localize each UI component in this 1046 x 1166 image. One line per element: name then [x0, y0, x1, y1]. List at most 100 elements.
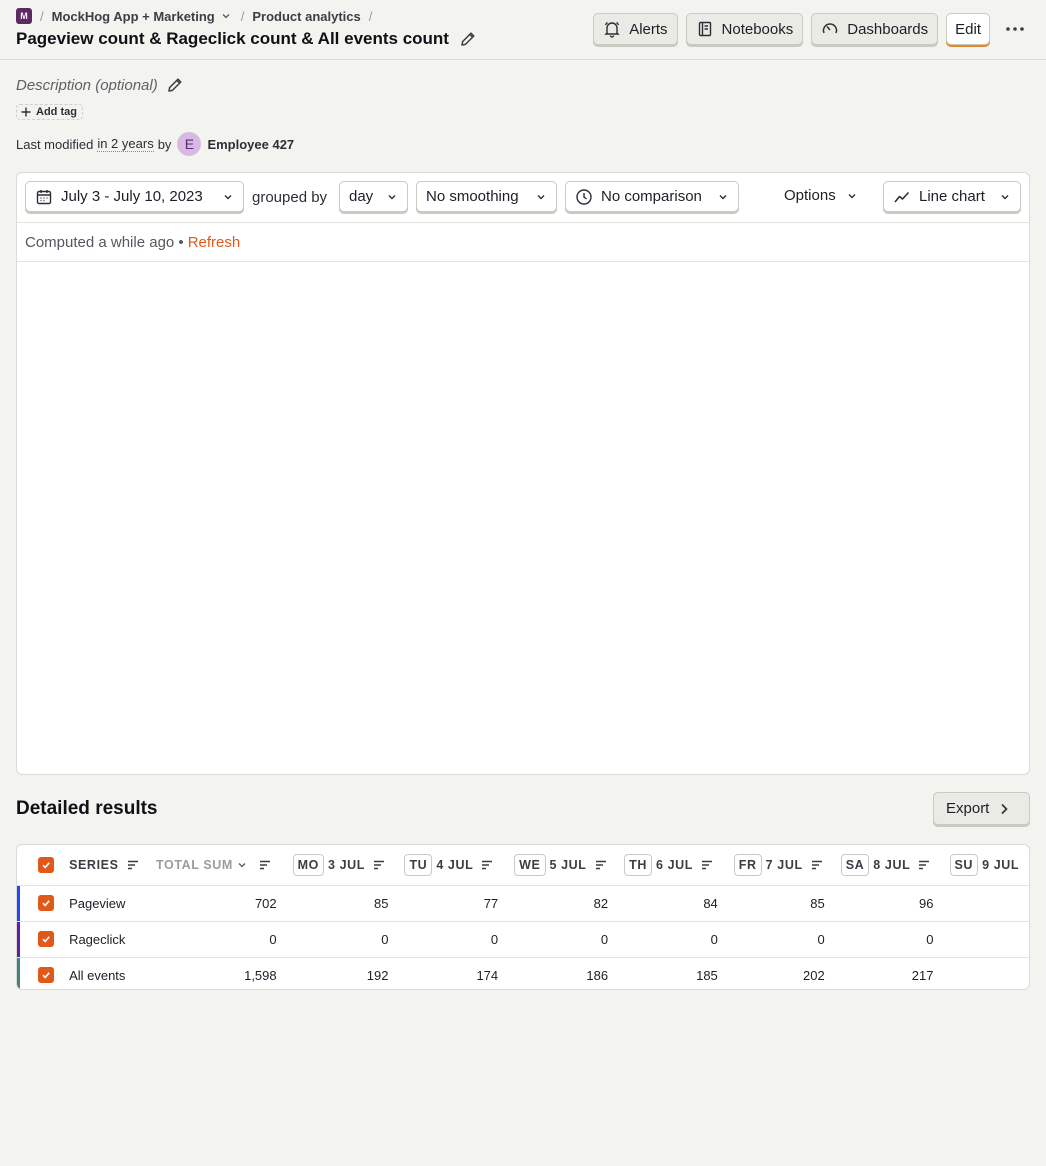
project-logo[interactable]: M: [16, 8, 32, 24]
series-name: Pageview: [69, 885, 156, 922]
row-checkbox[interactable]: [38, 895, 54, 911]
options-button[interactable]: Options: [784, 187, 858, 204]
value-cell: [949, 921, 1029, 958]
plus-icon: [20, 106, 32, 118]
breadcrumb: M / MockHog App + Marketing / Product an…: [16, 8, 380, 24]
value-cell: 0: [404, 921, 515, 958]
chart-type-value: Line chart: [919, 188, 985, 205]
more-icon: [1005, 26, 1025, 32]
value-cell: 0: [514, 921, 625, 958]
value-cell: 0: [733, 921, 841, 958]
value-cell: 174: [476, 967, 499, 983]
value-cell: 202: [802, 967, 825, 983]
edit-button[interactable]: Edit: [946, 13, 990, 45]
notebooks-button[interactable]: Notebooks: [685, 13, 804, 45]
row-checkbox[interactable]: [38, 931, 54, 947]
chart-type-select[interactable]: Line chart: [883, 181, 1021, 212]
value-cell: 84: [624, 885, 734, 922]
breadcrumb-project-label: MockHog App + Marketing: [51, 8, 215, 24]
insight-toolbar: July 3 - July 10, 2023 grouped by day No…: [17, 173, 1029, 223]
table-row: Rageclick 0 0 0 0 0 0 0: [17, 921, 1029, 958]
last-modified-label: Last modified: [16, 136, 94, 152]
alerts-button[interactable]: Alerts: [593, 13, 678, 45]
sort-icon[interactable]: [918, 860, 930, 870]
day-column-header[interactable]: FR 7 JUL: [733, 845, 841, 886]
total-cell: 702: [155, 885, 293, 922]
breadcrumb-project[interactable]: MockHog App + Marketing: [52, 9, 231, 24]
refresh-link[interactable]: Refresh: [188, 234, 241, 251]
day-column-header[interactable]: TH 6 JUL: [624, 845, 734, 886]
breadcrumb-separator: /: [40, 8, 44, 24]
day-date-label: 7 JUL: [765, 857, 803, 872]
pencil-icon[interactable]: [459, 30, 477, 48]
page-title: Pageview count & Rageclick count & All e…: [16, 29, 477, 49]
series-column-header[interactable]: SERIES: [69, 845, 156, 886]
author-name: Employee 427: [207, 136, 295, 152]
date-range-value: July 3 - July 10, 2023: [61, 188, 203, 205]
day-column-header[interactable]: WE 5 JUL: [514, 845, 625, 886]
day-column-header[interactable]: SA 8 JUL: [840, 845, 950, 886]
chevron-down-icon: [717, 191, 729, 203]
dashboards-button[interactable]: Dashboards: [811, 13, 939, 45]
value-cell: 192: [366, 967, 389, 983]
chevron-down-icon: [222, 191, 234, 203]
options-label: Options: [784, 187, 836, 204]
detailed-results-title: Detailed results: [16, 798, 158, 819]
chart-canvas[interactable]: [17, 263, 1029, 774]
add-tag-button[interactable]: Add tag: [16, 104, 83, 120]
add-tag-label: Add tag: [36, 106, 77, 118]
alerts-label: Alerts: [629, 20, 668, 38]
sort-icon[interactable]: [481, 860, 493, 870]
day-date-label: 8 JUL: [873, 857, 911, 872]
calendar-icon: [35, 188, 53, 206]
table-header-row: SERIES TOTAL SUM MO 3 JUL TU 4 JUL WE 5 JUL…: [17, 845, 1029, 886]
day-column-header[interactable]: MO 3 JUL: [292, 845, 405, 886]
sort-icon[interactable]: [595, 860, 607, 870]
insight-card: July 3 - July 10, 2023 grouped by day No…: [16, 172, 1030, 775]
chevron-down-icon: [846, 190, 858, 202]
interval-select[interactable]: day: [339, 181, 408, 212]
value-cell: [950, 957, 1030, 989]
comparison-select[interactable]: No comparison: [565, 181, 739, 212]
bell-icon: [603, 20, 621, 38]
sort-icon[interactable]: [259, 860, 271, 870]
row-checkbox[interactable]: [38, 967, 54, 983]
sort-icon[interactable]: [701, 860, 713, 870]
computed-label: Computed a while ago •: [25, 233, 184, 251]
total-column-header[interactable]: TOTAL SUM: [155, 845, 293, 886]
value-cell: 217: [911, 967, 934, 983]
date-range-picker[interactable]: July 3 - July 10, 2023: [25, 181, 244, 212]
sort-icon[interactable]: [373, 860, 385, 870]
gauge-icon: [821, 20, 839, 38]
breadcrumb-separator: /: [240, 8, 245, 24]
description-field[interactable]: Description (optional): [16, 76, 184, 94]
export-button[interactable]: Export: [933, 792, 1030, 825]
notebooks-label: Notebooks: [721, 20, 794, 38]
insight-title[interactable]: Pageview count & Rageclick count & All e…: [16, 29, 449, 49]
dashboards-label: Dashboards: [847, 20, 929, 38]
description-placeholder: Description (optional): [16, 76, 158, 94]
more-options-button[interactable]: [998, 13, 1032, 45]
pencil-icon[interactable]: [166, 76, 184, 94]
export-label: Export: [946, 800, 990, 817]
row-checkbox-cell: [20, 921, 70, 958]
computed-status: Computed a while ago • Refresh: [17, 223, 1029, 262]
by-label: by: [157, 136, 172, 152]
chevron-down-icon: [221, 11, 231, 21]
value-cell: 0: [840, 921, 950, 958]
day-column-header[interactable]: TU 4 JUL: [404, 845, 515, 886]
top-header: M / MockHog App + Marketing / Product an…: [0, 0, 1046, 60]
select-all-checkbox[interactable]: [38, 856, 54, 873]
day-date-label: 6 JUL: [655, 857, 693, 872]
value-cell: 85: [292, 885, 405, 922]
value-cell: 96: [840, 885, 950, 922]
breadcrumb-section[interactable]: Product analytics: [252, 9, 360, 24]
smoothing-select[interactable]: No smoothing: [416, 181, 557, 212]
interval-value: day: [349, 188, 374, 205]
day-column-header[interactable]: SU 9 JUL: [949, 845, 1029, 886]
sort-icon[interactable]: [127, 860, 139, 870]
select-all-checkbox-cell: [20, 845, 70, 886]
total-cell: 0: [155, 921, 293, 958]
sort-icon[interactable]: [811, 860, 823, 870]
total-cell: 1,598: [244, 967, 277, 983]
